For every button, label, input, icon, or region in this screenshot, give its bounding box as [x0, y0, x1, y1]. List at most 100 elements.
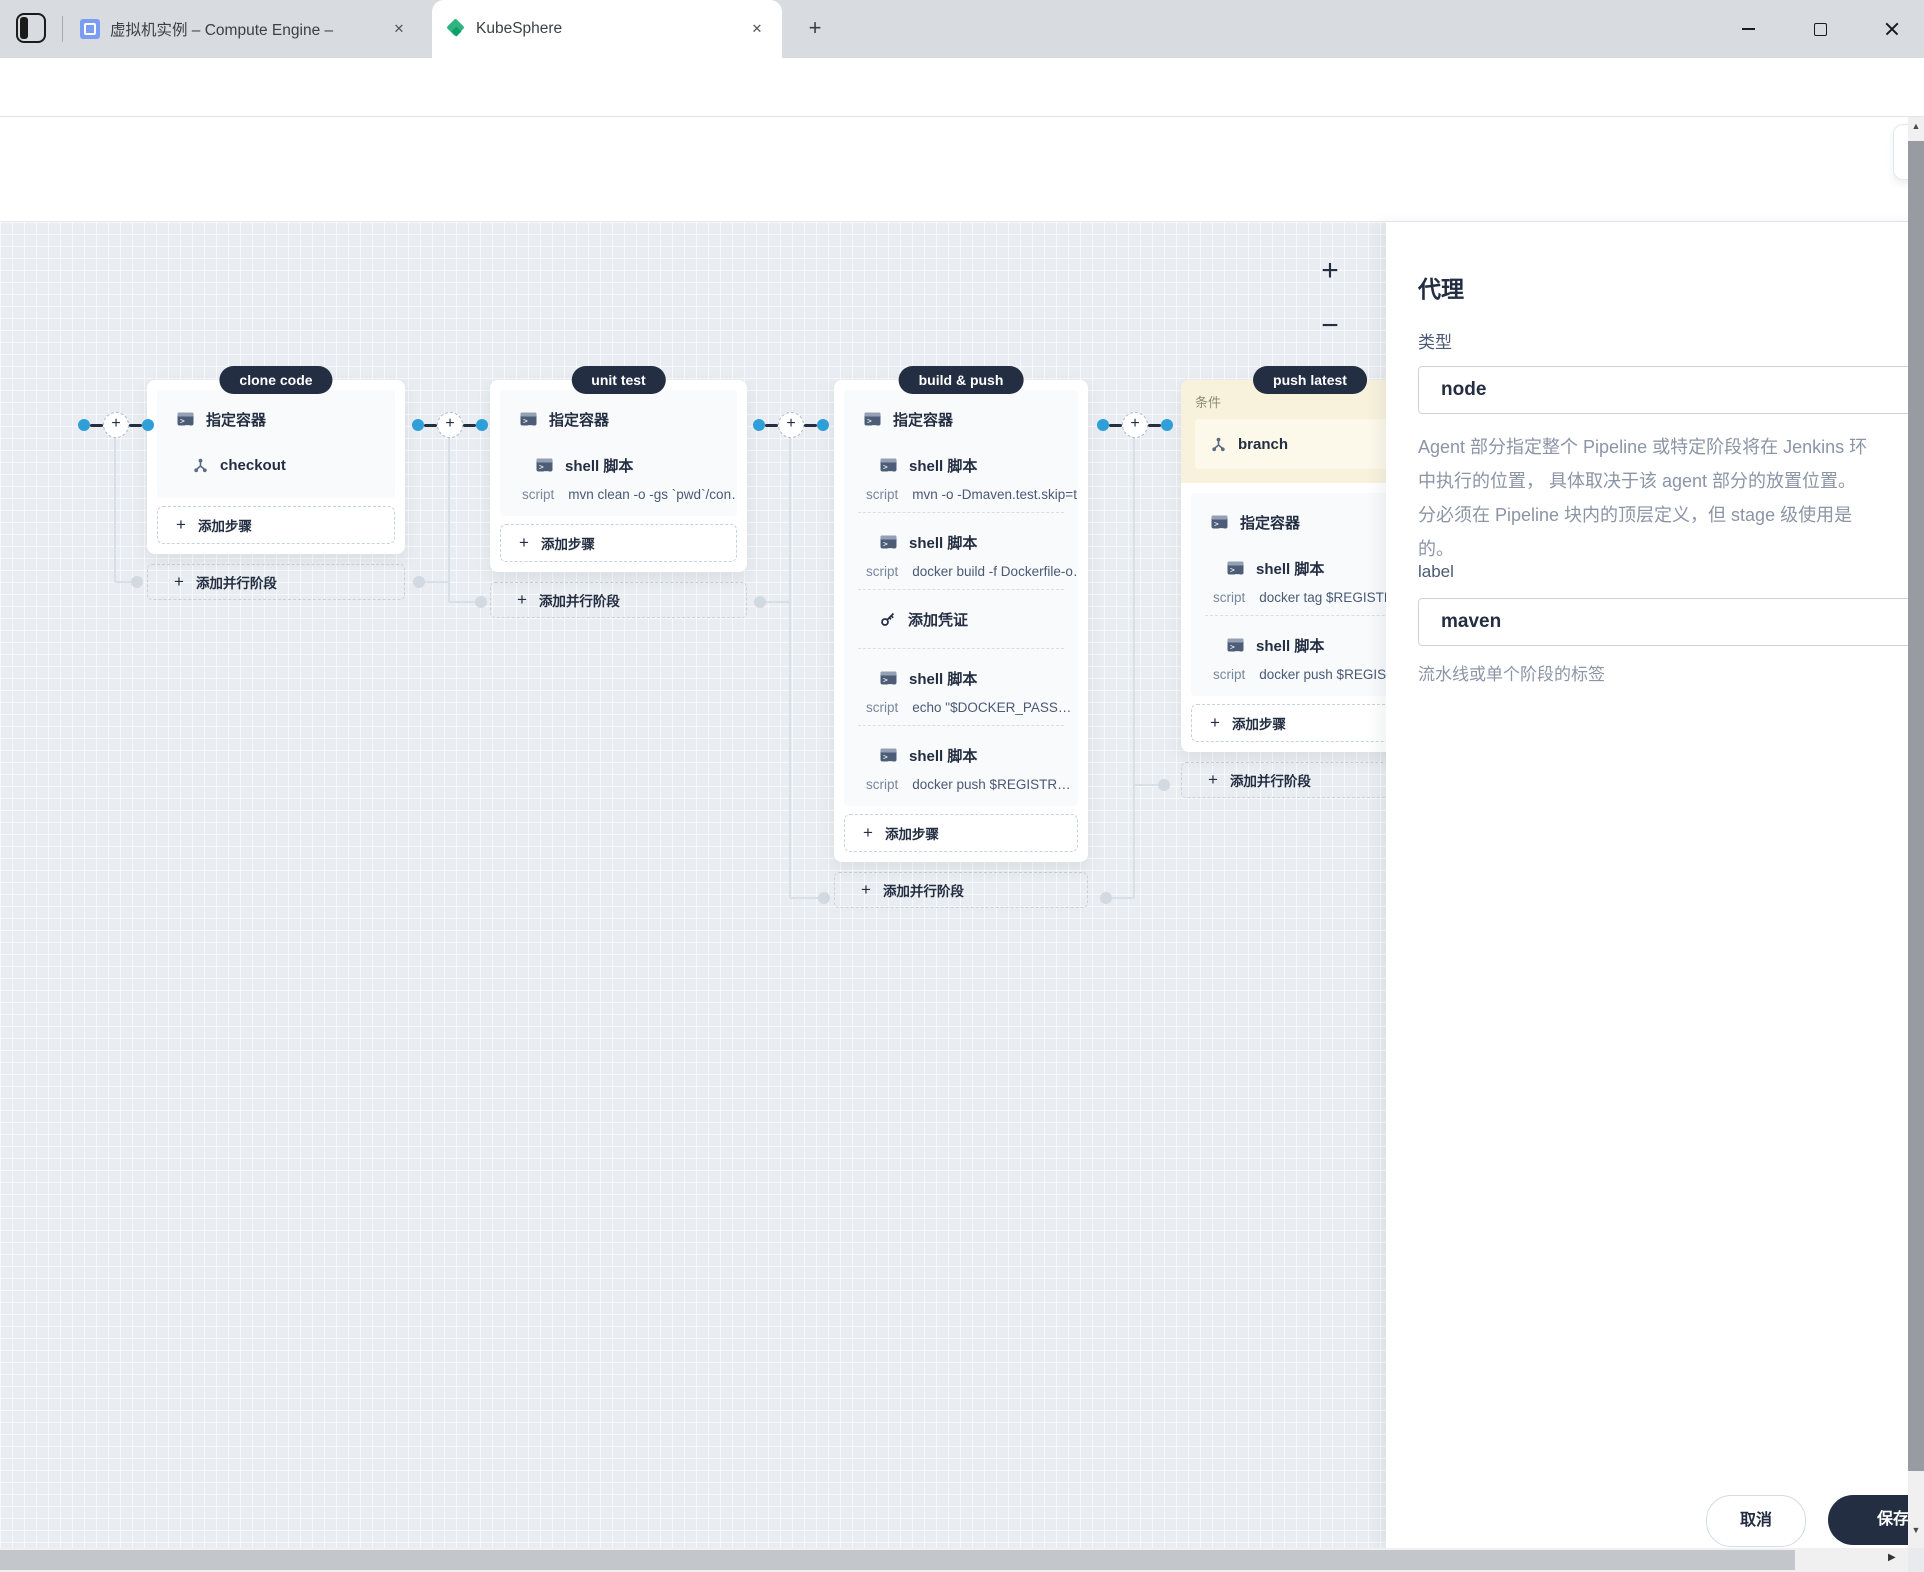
plus-icon: + — [1210, 713, 1220, 733]
stage-port-dot — [476, 419, 488, 431]
svg-text:>_: >_ — [523, 417, 533, 426]
add-step-button[interactable]: +添加步骤 — [157, 506, 395, 544]
connector-stub — [90, 424, 103, 427]
stage-port-dot — [753, 419, 765, 431]
scroll-down-icon[interactable]: ▼ — [1908, 1525, 1924, 1535]
terminal-icon: >_ — [880, 748, 897, 762]
step-row-container[interactable]: >_指定容器 — [844, 396, 1078, 442]
stage-port-dot — [78, 419, 90, 431]
tab-title: 虚拟机实例 – Compute Engine – — [110, 18, 378, 40]
page-header: 创建流水线 使用流水线进行构建，测试和部署 — [0, 117, 1924, 222]
terminal-icon: >_ — [880, 671, 897, 685]
window-close-button[interactable] — [1862, 0, 1922, 58]
horizontal-scrollbar[interactable]: ▶ — [0, 1548, 1908, 1572]
add-step-button[interactable]: +添加步骤 — [500, 524, 737, 562]
stage-connector: + — [753, 412, 829, 438]
connector-stub — [463, 424, 476, 427]
step-script: scriptmvn clean -o -gs `pwd`/con… — [500, 482, 737, 506]
agent-type-input[interactable]: node — [1418, 366, 1924, 414]
maximize-button[interactable] — [1790, 0, 1850, 58]
svg-text:>_: >_ — [883, 676, 893, 685]
agent-label-input[interactable]: maven — [1418, 598, 1924, 646]
plus-icon: + — [176, 515, 186, 535]
step-row-container[interactable]: >_指定容器 — [500, 396, 737, 442]
stage-name-pill: unit test — [571, 366, 665, 394]
step-divider — [858, 589, 1064, 590]
new-tab-button[interactable]: + — [800, 14, 830, 44]
terminal-icon: >_ — [1227, 638, 1244, 652]
step-row-container[interactable]: >_指定容器 — [157, 396, 395, 442]
agent-label-label: label — [1418, 562, 1454, 582]
add-parallel-stage-button[interactable]: +添加并行阶段 — [147, 564, 405, 600]
agent-description-line: 中执行的位置， 具体取决于该 agent 部分的放置位置。 — [1418, 464, 1924, 498]
add-parallel-stage-button[interactable]: +添加并行阶段 — [834, 872, 1088, 908]
close-tab-icon[interactable]: ✕ — [746, 18, 768, 40]
steps-panel: >_指定容器checkout — [157, 390, 395, 498]
workspaces-icon[interactable] — [16, 13, 46, 43]
add-stage-button[interactable]: + — [103, 412, 129, 438]
svg-text:>_: >_ — [883, 540, 893, 549]
stage-card[interactable]: build & push>_指定容器>_shell 脚本scriptmvn -o… — [834, 380, 1088, 862]
plus-icon: + — [1208, 770, 1218, 790]
zoom-in-button[interactable]: + — [1313, 255, 1347, 289]
minimize-button[interactable] — [1718, 0, 1778, 58]
step-script: scriptecho "$DOCKER_PASS… — [844, 695, 1078, 719]
plus-icon: + — [861, 880, 871, 900]
steps-panel: >_指定容器>_shell 脚本scriptmvn clean -o -gs `… — [500, 390, 737, 516]
agent-description-line: 的。 — [1418, 532, 1924, 566]
svg-text:>_: >_ — [883, 753, 893, 762]
stage-port-dot — [1097, 419, 1109, 431]
browser-toolbar: 不安全 34.92.90.181:3... aあ +✓折7A文{}S 登录 ⋯ — [0, 58, 1924, 117]
step-divider — [1205, 615, 1415, 616]
step-row-credential[interactable]: 添加凭证 — [844, 596, 1078, 642]
horizontal-scrollbar-thumb[interactable] — [0, 1550, 1795, 1570]
agent-type-value: node — [1441, 379, 1486, 401]
kubesphere-favicon — [446, 19, 466, 39]
stage-name-pill: build & push — [899, 366, 1024, 394]
terminal-icon: >_ — [864, 412, 881, 426]
branch-icon — [193, 458, 208, 473]
parallel-link-dot — [1158, 779, 1170, 791]
browser-tab-compute-engine[interactable]: 虚拟机实例 – Compute Engine – ✕ — [70, 0, 420, 58]
add-stage-button[interactable]: + — [437, 412, 463, 438]
terminal-icon: >_ — [177, 412, 194, 426]
close-tab-icon[interactable]: ✕ — [388, 18, 410, 40]
cancel-button[interactable]: 取消 — [1706, 1495, 1806, 1547]
browser-tab-bar: 虚拟机实例 – Compute Engine – ✕ KubeSphere ✕ … — [0, 0, 1924, 58]
stage-port-dot — [142, 419, 154, 431]
connector-stub — [1109, 424, 1122, 427]
terminal-icon: >_ — [880, 535, 897, 549]
stage-card[interactable]: clone code>_指定容器checkout+添加步骤 — [147, 380, 405, 554]
stage-card[interactable]: unit test>_指定容器>_shell 脚本scriptmvn clean… — [490, 380, 747, 572]
add-parallel-stage-button[interactable]: +添加并行阶段 — [490, 582, 747, 618]
connector-line — [114, 438, 116, 582]
zoom-out-button[interactable]: − — [1313, 310, 1347, 344]
step-script: scriptdocker build -f Dockerfile-o… — [844, 559, 1078, 583]
terminal-icon: >_ — [1227, 561, 1244, 575]
connector-stub — [765, 424, 778, 427]
parallel-link-dot — [475, 596, 487, 608]
connector-line — [789, 438, 791, 898]
parallel-link-dot — [1100, 892, 1112, 904]
add-stage-button[interactable]: + — [778, 412, 804, 438]
step-row-checkout[interactable]: checkout — [157, 442, 395, 488]
step-divider — [858, 725, 1064, 726]
vertical-scrollbar-thumb[interactable] — [1908, 141, 1924, 1471]
scroll-up-icon[interactable]: ▲ — [1908, 121, 1924, 131]
pipeline-stage: unit test>_指定容器>_shell 脚本scriptmvn clean… — [490, 380, 747, 618]
connector-stub — [804, 424, 817, 427]
agent-panel: 代理 类型 node Agent 部分指定整个 Pipeline 或特定阶段将在… — [1386, 222, 1924, 1548]
condition-value: branch — [1238, 436, 1288, 453]
connector-stub — [424, 424, 437, 427]
parallel-link-dot — [818, 892, 830, 904]
svg-text:>_: >_ — [539, 463, 549, 472]
scroll-right-icon[interactable]: ▶ — [1888, 1552, 1896, 1563]
agent-label-value: maven — [1441, 611, 1501, 633]
svg-text:>_: >_ — [883, 463, 893, 472]
vertical-scrollbar[interactable]: ▲ ▼ — [1908, 117, 1924, 1548]
step-script: scriptmvn -o -Dmaven.test.skip=t… — [844, 482, 1078, 506]
browser-tab-kubesphere[interactable]: KubeSphere ✕ — [432, 0, 782, 58]
svg-text:>_: >_ — [1230, 643, 1240, 652]
add-stage-button[interactable]: + — [1122, 412, 1148, 438]
add-step-button[interactable]: +添加步骤 — [844, 814, 1078, 852]
